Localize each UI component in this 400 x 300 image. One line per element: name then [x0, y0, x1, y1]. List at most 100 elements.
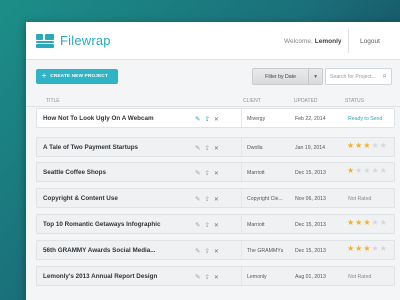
- row-actions: ✎ ⇪ ✕: [195, 167, 219, 179]
- star-icon[interactable]: ★: [372, 245, 379, 253]
- delete-icon[interactable]: ✕: [214, 170, 219, 177]
- edit-icon[interactable]: ✎: [195, 221, 200, 229]
- star-icon[interactable]: ★: [372, 142, 379, 150]
- table-row[interactable]: How Not To Look Ugly On A Webcam ✎ ⇪ ✕ M…: [36, 108, 395, 128]
- edit-icon[interactable]: ✎: [195, 115, 200, 123]
- create-project-button[interactable]: + CREATE NEW PROJECT: [36, 69, 118, 84]
- row-actions: ✎ ⇪ ✕: [195, 193, 219, 205]
- delete-icon[interactable]: ✕: [214, 274, 219, 281]
- project-title[interactable]: A Tale of Two Payment Startups: [43, 144, 188, 151]
- table-row[interactable]: A Tale of Two Payment Startups ✎ ⇪ ✕ Dwo…: [36, 137, 395, 157]
- search-icon[interactable]: ⌕: [383, 72, 387, 80]
- updated-date: Dec 15, 2013: [295, 248, 326, 254]
- star-icon[interactable]: ★: [355, 142, 362, 150]
- create-project-label: CREATE NEW PROJECT: [50, 74, 108, 79]
- star-icon[interactable]: ★: [363, 219, 370, 227]
- client-name: Copyright Cle...: [247, 196, 283, 202]
- star-icon[interactable]: ★: [380, 245, 387, 253]
- star-icon[interactable]: ★: [347, 142, 354, 150]
- project-title[interactable]: Lemonly's 2013 Annual Report Design: [43, 273, 188, 280]
- project-title[interactable]: Seattle Coffee Shops: [43, 169, 188, 176]
- updated-date: Jan 19, 2014: [295, 145, 325, 151]
- column-updated[interactable]: UPDATED: [294, 98, 318, 104]
- project-title[interactable]: Copyright & Content Use: [43, 195, 188, 202]
- updated-date: Feb 22, 2014: [295, 116, 326, 122]
- plus-icon: +: [42, 73, 47, 80]
- edit-icon[interactable]: ✎: [195, 247, 200, 255]
- row-actions: ✎ ⇪ ✕: [195, 219, 219, 231]
- updated-date: Dec 15, 2013: [295, 170, 326, 176]
- project-title[interactable]: How Not To Look Ugly On A Webcam: [43, 115, 188, 122]
- updated-date: Nov 06, 2013: [295, 196, 326, 202]
- client-name: Lemonly: [247, 274, 267, 280]
- rating-stars[interactable]: ★ ★ ★ ★ ★: [347, 219, 387, 227]
- filter-label: Filter by Date: [265, 73, 297, 80]
- delete-icon[interactable]: ✕: [214, 196, 219, 203]
- delete-icon[interactable]: ✕: [214, 145, 219, 152]
- status-text: Not Rated: [348, 274, 372, 280]
- table-row[interactable]: 56th GRAMMY Awards Social Media... ✎ ⇪ ✕…: [36, 240, 395, 260]
- star-icon[interactable]: ★: [380, 142, 387, 150]
- edit-icon[interactable]: ✎: [195, 169, 200, 177]
- star-icon[interactable]: ★: [347, 219, 354, 227]
- delete-icon[interactable]: ✕: [214, 116, 219, 123]
- divider: [241, 241, 242, 259]
- row-actions: ✎ ⇪ ✕: [195, 271, 219, 283]
- rating-stars[interactable]: ★ ★ ★ ★ ★: [347, 142, 387, 150]
- rating-stars[interactable]: ★ ★ ★ ★ ★: [347, 167, 387, 175]
- edit-icon[interactable]: ✎: [195, 195, 200, 203]
- share-icon[interactable]: ⇪: [204, 144, 209, 152]
- row-actions: ✎ ⇪ ✕: [195, 113, 219, 125]
- share-icon[interactable]: ⇪: [204, 273, 209, 281]
- star-icon[interactable]: ★: [363, 142, 370, 150]
- star-icon[interactable]: ★: [355, 245, 362, 253]
- search-input[interactable]: Search for Project... ⌕: [325, 68, 392, 85]
- divider: [241, 215, 242, 233]
- client-name: Marriott: [247, 170, 265, 176]
- updated-date: Aug 01, 2013: [295, 274, 326, 280]
- table-row[interactable]: Seattle Coffee Shops ✎ ⇪ ✕ Marriott Dec 1…: [36, 162, 395, 182]
- column-status[interactable]: STATUS: [345, 98, 364, 104]
- client-name: Dwolla: [247, 145, 263, 151]
- share-icon[interactable]: ⇪: [204, 247, 209, 255]
- star-icon[interactable]: ★: [372, 219, 379, 227]
- star-icon[interactable]: ★: [380, 219, 387, 227]
- edit-icon[interactable]: ✎: [195, 273, 200, 281]
- content-layer: + CREATE NEW PROJECT Filter by Date ▼ Se…: [26, 22, 400, 300]
- delete-icon[interactable]: ✕: [214, 222, 219, 229]
- share-icon[interactable]: ⇪: [204, 221, 209, 229]
- star-icon[interactable]: ★: [363, 167, 370, 175]
- table-row[interactable]: Lemonly's 2013 Annual Report Design ✎ ⇪ …: [36, 266, 395, 286]
- status-text[interactable]: Ready to Send: [348, 116, 382, 122]
- column-title[interactable]: TITLE: [46, 98, 60, 104]
- client-name: Mivergy: [247, 116, 266, 122]
- share-icon[interactable]: ⇪: [204, 169, 209, 177]
- star-icon[interactable]: ★: [380, 167, 387, 175]
- edit-icon[interactable]: ✎: [195, 144, 200, 152]
- divider: [241, 189, 242, 207]
- star-icon[interactable]: ★: [355, 167, 362, 175]
- updated-date: Dec 15, 2013: [295, 222, 326, 228]
- status-text: Not Rated: [348, 196, 372, 202]
- star-icon[interactable]: ★: [347, 245, 354, 253]
- filter-dropdown[interactable]: Filter by Date ▼: [252, 68, 323, 85]
- chevron-down-icon[interactable]: ▼: [308, 69, 322, 84]
- table-row[interactable]: Copyright & Content Use ✎ ⇪ ✕ Copyright …: [36, 188, 395, 208]
- share-icon[interactable]: ⇪: [204, 195, 209, 203]
- star-icon[interactable]: ★: [372, 167, 379, 175]
- client-name: The GRAMMYs: [247, 248, 284, 254]
- divider: [241, 163, 242, 181]
- table-row[interactable]: Top 10 Romantic Getaways Infographic ✎ ⇪…: [36, 214, 395, 234]
- share-icon[interactable]: ⇪: [204, 115, 209, 123]
- star-icon[interactable]: ★: [347, 167, 354, 175]
- project-title[interactable]: 56th GRAMMY Awards Social Media...: [43, 247, 188, 254]
- client-name: Marriott: [247, 222, 265, 228]
- divider: [241, 138, 242, 156]
- rating-stars[interactable]: ★ ★ ★ ★ ★: [347, 245, 387, 253]
- delete-icon[interactable]: ✕: [214, 248, 219, 255]
- column-client[interactable]: CLIENT: [243, 98, 261, 104]
- project-title[interactable]: Top 10 Romantic Getaways Infographic: [43, 221, 188, 228]
- star-icon[interactable]: ★: [363, 245, 370, 253]
- column-headers: TITLE CLIENT UPDATED STATUS: [26, 97, 400, 107]
- star-icon[interactable]: ★: [355, 219, 362, 227]
